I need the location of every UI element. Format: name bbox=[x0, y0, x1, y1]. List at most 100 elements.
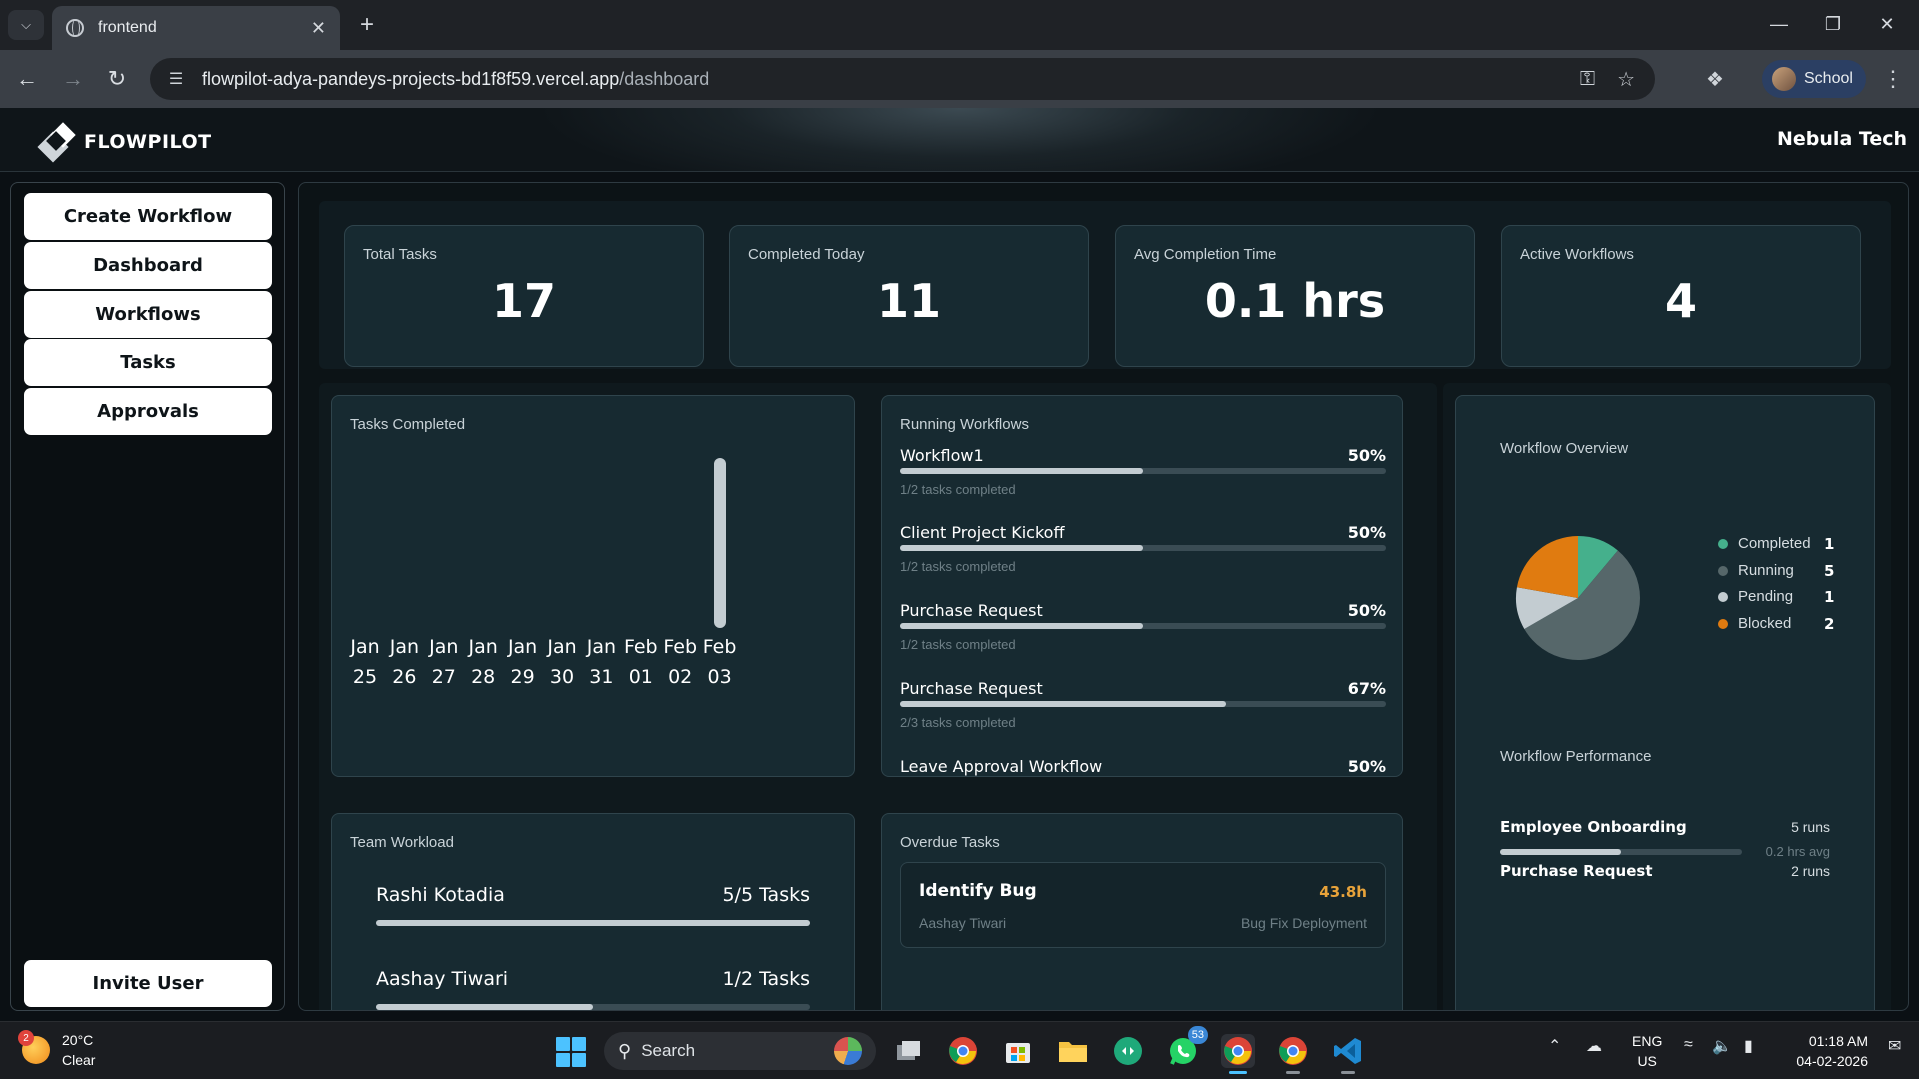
stat-value: 4 bbox=[1664, 274, 1697, 328]
sidebar-item-dashboard[interactable]: Dashboard bbox=[24, 242, 272, 289]
reload-button[interactable]: ↻ bbox=[100, 62, 134, 96]
profile-name: School bbox=[1804, 70, 1853, 87]
volume-icon[interactable]: 🔈 bbox=[1712, 1036, 1732, 1056]
minimize-button[interactable]: — bbox=[1756, 8, 1802, 40]
overdue-task-card[interactable]: Identify Bug 43.8h Aashay Tiwari Bug Fix… bbox=[900, 862, 1386, 948]
system-clock[interactable]: 01:18 AM 04-02-2026 bbox=[1782, 1031, 1868, 1071]
legend-item: Completed 1 bbox=[1718, 534, 1858, 554]
back-button[interactable]: ← bbox=[10, 62, 44, 96]
wifi-icon[interactable]: ≈ bbox=[1684, 1036, 1693, 1054]
stat-label: Avg Completion Time bbox=[1134, 246, 1277, 263]
stat-value: 11 bbox=[876, 274, 941, 328]
show-hidden-icons[interactable]: ⌃ bbox=[1548, 1036, 1561, 1056]
weather-temp: 20°C bbox=[62, 1032, 94, 1048]
middle-section: Tasks Completed Jan 25 Jan 26 Jan 27 Jan 28 Jan 2… bbox=[319, 383, 1437, 1010]
brand-logo[interactable]: FLOWPILOT bbox=[37, 122, 212, 163]
stat-value: 0.1 hrs bbox=[1204, 274, 1386, 328]
running-indicator bbox=[1286, 1071, 1300, 1074]
running-indicator bbox=[1341, 1071, 1355, 1074]
tab-search-button[interactable]: ⌵ bbox=[8, 10, 44, 40]
panel-title: Workflow Overview bbox=[1500, 440, 1629, 457]
onedrive-icon[interactable]: ☁ bbox=[1586, 1036, 1602, 1056]
close-icon[interactable]: ✕ bbox=[311, 18, 326, 39]
sidebar-item-workflows[interactable]: Workflows bbox=[24, 291, 272, 338]
forward-button[interactable]: → bbox=[56, 62, 90, 96]
windows-start-icon[interactable] bbox=[556, 1037, 586, 1067]
workflow-subtext: 2/3 tasks completed bbox=[900, 715, 1016, 730]
browser-tab[interactable]: frontend ✕ bbox=[52, 6, 340, 50]
performance-runs: 2 runs bbox=[1791, 863, 1830, 879]
sidebar-item-tasks[interactable]: Tasks bbox=[24, 339, 272, 386]
remote-desktop-icon[interactable] bbox=[1111, 1034, 1145, 1068]
star-icon[interactable]: ☆ bbox=[1617, 67, 1635, 92]
legend-value: 1 bbox=[1824, 588, 1835, 606]
workflow-name: Leave Approval Workflow bbox=[900, 757, 1103, 776]
member-progress-bar bbox=[376, 920, 810, 926]
chrome-icon[interactable] bbox=[946, 1034, 980, 1068]
active-indicator bbox=[1229, 1071, 1247, 1074]
workflow-percent: 50% bbox=[1347, 601, 1386, 620]
chart-bar[interactable] bbox=[713, 458, 726, 628]
language-indicator[interactable]: ENG US bbox=[1632, 1031, 1662, 1071]
sidebar: Create Workflow Dashboard Workflows Task… bbox=[10, 182, 285, 1011]
search-label: Search bbox=[641, 1041, 696, 1060]
workflow-progress-bar bbox=[900, 468, 1386, 474]
new-tab-button[interactable]: + bbox=[352, 10, 382, 40]
globe-icon bbox=[66, 19, 84, 37]
legend-swatch bbox=[1718, 592, 1728, 602]
search-highlight-icon bbox=[834, 1037, 862, 1065]
search-icon: ⚲ bbox=[618, 1040, 632, 1061]
more-menu-icon[interactable]: ⋮ bbox=[1878, 62, 1908, 96]
invite-user-button[interactable]: Invite User bbox=[24, 960, 272, 1007]
weather-widget[interactable]: 2 20°C Clear bbox=[18, 1030, 95, 1070]
stat-label: Total Tasks bbox=[363, 246, 437, 263]
stat-value: 17 bbox=[491, 274, 556, 328]
microsoft-store-icon[interactable] bbox=[1001, 1034, 1035, 1068]
app-header: FLOWPILOT Nebula Tech bbox=[0, 108, 1919, 172]
whatsapp-icon[interactable]: 53 bbox=[1166, 1026, 1208, 1068]
battery-icon[interactable]: ▮ bbox=[1744, 1036, 1753, 1056]
progress-fill bbox=[900, 623, 1143, 629]
stat-total-tasks: Total Tasks 17 bbox=[344, 225, 704, 367]
close-window-button[interactable]: ✕ bbox=[1864, 8, 1910, 40]
legend-label: Pending bbox=[1738, 588, 1794, 605]
workflow-subtext: 1/2 tasks completed bbox=[900, 482, 1016, 497]
key-icon[interactable]: ⚿ bbox=[1580, 68, 1595, 91]
extensions-icon[interactable]: ❖ bbox=[1700, 64, 1730, 94]
workflow-subtext: 1/2 tasks completed bbox=[900, 637, 1016, 652]
legend-item: Running 5 bbox=[1718, 561, 1858, 581]
stat-completed-today: Completed Today 11 bbox=[729, 225, 1089, 367]
performance-runs: 5 runs bbox=[1791, 819, 1830, 835]
profile-button[interactable]: School bbox=[1762, 60, 1866, 98]
panel-title: Team Workload bbox=[350, 834, 454, 851]
performance-avg: 0.2 hrs avg bbox=[1765, 844, 1830, 859]
member-name: Aashay Tiwari bbox=[376, 968, 509, 990]
workflow-name: Purchase Request bbox=[900, 601, 1043, 620]
sidebar-item-approvals[interactable]: Approvals bbox=[24, 388, 272, 435]
site-settings-icon[interactable]: ☰ bbox=[164, 67, 188, 91]
taskbar-search[interactable]: ⚲ Search bbox=[604, 1032, 876, 1070]
file-explorer-icon[interactable] bbox=[1056, 1034, 1090, 1068]
whatsapp-badge: 53 bbox=[1187, 1026, 1208, 1044]
brand-name: FLOWPILOT bbox=[84, 131, 212, 153]
address-bar[interactable]: ☰ flowpilot-adya-pandeys-projects-bd1f8f… bbox=[150, 58, 1655, 100]
panel-title: Workflow Performance bbox=[1500, 748, 1652, 765]
workflow-progress-bar bbox=[900, 623, 1386, 629]
create-workflow-button[interactable]: Create Workflow bbox=[24, 193, 272, 240]
chrome-profile-icon[interactable] bbox=[1276, 1034, 1310, 1074]
legend-label: Running bbox=[1738, 561, 1794, 579]
pie-slice-blocked[interactable] bbox=[1516, 536, 1578, 598]
restore-button[interactable]: ❐ bbox=[1810, 8, 1856, 40]
workflow-name: Workflow1 bbox=[900, 446, 984, 465]
workflow-percent: 50% bbox=[1347, 757, 1386, 776]
avatar bbox=[1772, 67, 1796, 91]
progress-fill bbox=[900, 468, 1143, 474]
notification-bell-icon[interactable]: ✉ bbox=[1888, 1036, 1901, 1056]
chrome-active-icon[interactable] bbox=[1221, 1034, 1255, 1074]
workflow-name: Purchase Request bbox=[900, 679, 1043, 698]
workflow-percent: 67% bbox=[1347, 679, 1386, 698]
task-view-icon[interactable] bbox=[892, 1034, 926, 1068]
vscode-icon[interactable] bbox=[1331, 1034, 1365, 1074]
legend-swatch bbox=[1718, 618, 1728, 629]
progress-fill bbox=[900, 545, 1143, 551]
